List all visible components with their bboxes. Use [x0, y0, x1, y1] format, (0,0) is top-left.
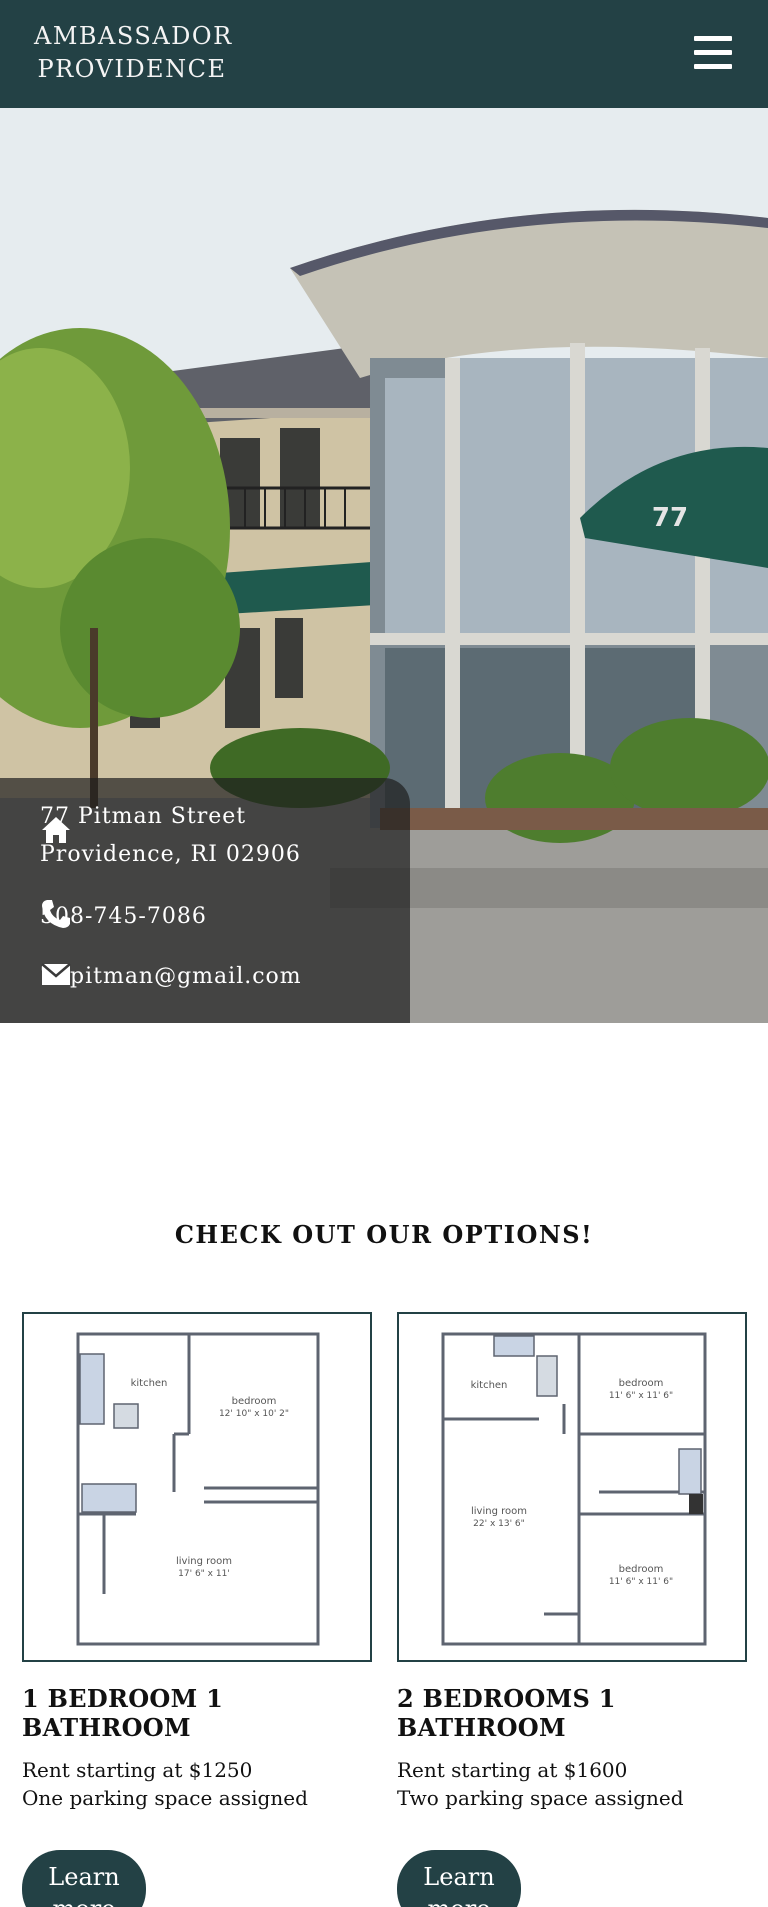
plan-living-size: 17' 6" x 11' — [178, 1569, 230, 1579]
phone-row: 508-745-7086 — [40, 898, 207, 936]
options-heading: CHECK OUT OUR OPTIONS! — [174, 1220, 594, 1249]
address[interactable]: 77 Pitman Street Providence, RI 02906 — [40, 798, 301, 874]
floor-plan-drawing: kitchen bedroom 12' 10" x 10' 2" living … — [76, 1332, 320, 1646]
plan-bedroom-2-size: 11' 6" x 11' 6" — [609, 1577, 673, 1587]
plan-living-size: 22' x 13' 6" — [473, 1519, 525, 1529]
email-address[interactable]: 77pitman@gmail.com — [40, 958, 302, 996]
learn-more-line-2: more — [22, 1893, 146, 1907]
floor-plan-1-bedroom[interactable]: kitchen bedroom 12' 10" x 10' 2" living … — [22, 1312, 372, 1662]
plan-kitchen-label: kitchen — [471, 1380, 508, 1391]
home-icon — [42, 817, 70, 843]
awning-number: 77 — [652, 503, 688, 533]
option-title: 2 BEDROOMS 1 BATHROOM — [397, 1684, 616, 1742]
plan-living-label: living room — [471, 1506, 527, 1517]
contact-info-panel: 77 Pitman Street Providence, RI 02906 50… — [0, 778, 410, 1023]
address-line-1: 77 Pitman Street — [40, 804, 247, 829]
hero-image: 77 77 Pitman Street Providence, RI 02906… — [0, 108, 768, 1023]
brand-line-1: AMBASSADOR — [34, 22, 233, 50]
option-rent: Rent starting at $1600 — [397, 1758, 628, 1782]
site-header: AMBASSADOR PROVIDENCE — [0, 0, 768, 108]
option-card-2-bedrooms: kitchen bedroom 11' 6" x 11' 6" living r… — [397, 1312, 747, 1907]
phone-icon — [42, 900, 70, 928]
site-logo[interactable]: AMBASSADOR PROVIDENCE — [34, 20, 233, 86]
option-title: 1 BEDROOM 1 BATHROOM — [22, 1684, 224, 1742]
learn-more-line-1: Learn — [423, 1862, 495, 1891]
plan-living-label: living room — [176, 1556, 232, 1567]
plan-bedroom-1-label: bedroom — [619, 1378, 664, 1389]
plan-bedroom-2-label: bedroom — [619, 1564, 664, 1575]
address-row: 77 Pitman Street Providence, RI 02906 — [40, 798, 301, 874]
learn-more-button[interactable]: Learn more — [397, 1850, 521, 1907]
floor-plan-2-bedrooms[interactable]: kitchen bedroom 11' 6" x 11' 6" living r… — [397, 1312, 747, 1662]
plan-bedroom-label: bedroom — [232, 1396, 277, 1407]
email-row: 77pitman@gmail.com — [40, 958, 302, 996]
floor-plan-drawing: kitchen bedroom 11' 6" x 11' 6" living r… — [441, 1332, 707, 1646]
hamburger-menu-icon[interactable] — [694, 36, 732, 70]
envelope-icon — [41, 963, 71, 985]
plan-bedroom-size: 12' 10" x 10' 2" — [219, 1409, 289, 1419]
plan-bedroom-1-size: 11' 6" x 11' 6" — [609, 1391, 673, 1401]
option-card-1-bedroom: kitchen bedroom 12' 10" x 10' 2" living … — [22, 1312, 372, 1907]
learn-more-button[interactable]: Learn more — [22, 1850, 146, 1907]
option-rent: Rent starting at $1250 — [22, 1758, 253, 1782]
learn-more-line-2: more — [397, 1893, 521, 1907]
brand-line-2: PROVIDENCE — [37, 55, 227, 83]
address-line-2: Providence, RI 02906 — [40, 842, 301, 867]
option-parking: Two parking space assigned — [397, 1786, 684, 1810]
learn-more-line-1: Learn — [48, 1862, 120, 1891]
plan-kitchen-label: kitchen — [131, 1378, 168, 1389]
option-parking: One parking space assigned — [22, 1786, 308, 1810]
